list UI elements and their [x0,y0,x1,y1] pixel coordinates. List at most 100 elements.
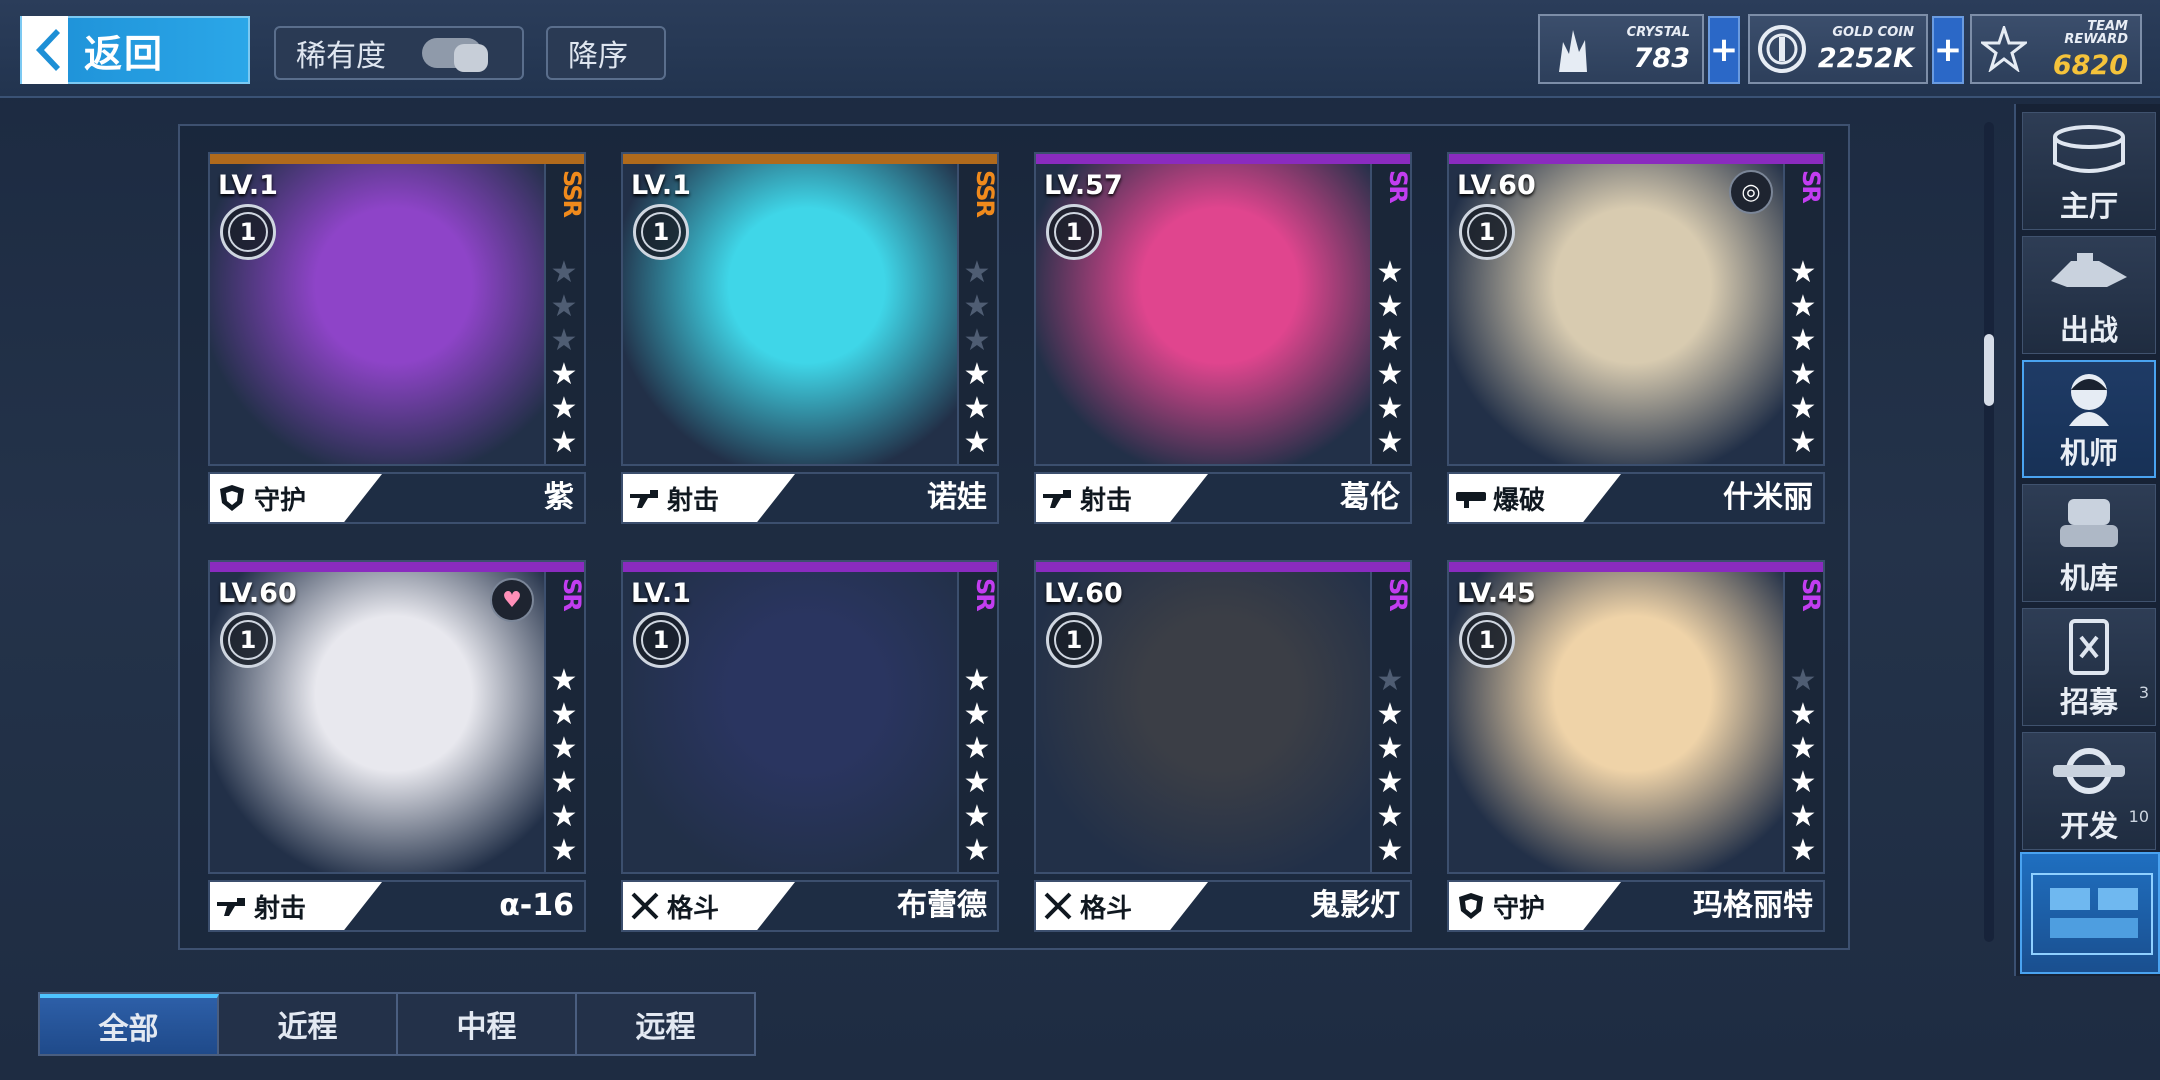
rank-value: 1 [228,212,268,252]
rank-badge-icon: 1 [1046,204,1102,260]
rank-badge-icon: 1 [220,204,276,260]
team-reward-counter: TEAM REWARD 6820 [1970,14,2142,84]
hangar-icon [2044,491,2134,555]
role-label: 守护 [254,485,307,516]
star-icon: ★ [1376,833,1404,868]
rifle-icon [1036,474,1080,522]
nav-item[interactable]: 出战 [2022,236,2156,354]
recruit-icon [2044,615,2134,679]
role-tag: 爆破 [1449,474,1621,522]
card-footer: 守护 紫 [208,472,586,524]
rank-value: 1 [1054,620,1094,660]
nav-count: 3 [2138,683,2149,702]
star-icon: ★ [963,289,991,324]
star-rating: ★ ★ ★ ★ ★ ★ [1781,664,1825,868]
nav-item[interactable]: 主厅 [2022,112,2156,230]
rarity-label: SR [558,578,586,610]
rank-value: 1 [641,212,681,252]
star-icon: ★ [1789,357,1817,392]
pilot-card[interactable]: LV.60 1 SR ★ ★ ★ ★ ★ ★ 格斗 鬼影灯 [1034,560,1412,932]
nav-item[interactable]: 10 开发 [2022,732,2156,850]
pilot-card[interactable]: LV.60 1 SR ★ ★ ★ ★ ★ ★ ◎ 爆破 什米丽 [1447,152,1825,524]
star-icon: ★ [1376,731,1404,766]
pilot-name: 诺娃 [927,480,987,515]
rank-badge-icon: 1 [1459,612,1515,668]
nav-item[interactable]: 3 招募 [2022,608,2156,726]
rarity-label: SR [1384,170,1412,202]
star-icon: ★ [550,697,578,732]
back-button[interactable]: 返回 [20,16,250,84]
pilot-level: LV.60 [218,578,297,609]
sort-rarity-toggle[interactable]: 稀有度 [274,26,524,80]
card-footer: 射击 诺娃 [621,472,999,524]
range-tab[interactable]: 远程 [577,994,754,1054]
pilot-card[interactable]: LV.1 1 SR ★ ★ ★ ★ ★ ★ 格斗 布蕾德 [621,560,999,932]
role-tag: 格斗 [1036,882,1208,930]
rank-value: 1 [1467,212,1507,252]
minimap-icon[interactable] [2020,852,2160,974]
pilot-name: 玛格丽特 [1693,888,1813,923]
star-icon: ★ [1789,391,1817,426]
star-icon: ★ [550,731,578,766]
star-rating: ★ ★ ★ ★ ★ ★ [542,664,586,868]
rank-badge-icon: 1 [1459,204,1515,260]
gold-coin-value: 2252K [1817,43,1914,74]
rank-value: 1 [1467,620,1507,660]
pilot-card[interactable]: LV.45 1 SR ★ ★ ★ ★ ★ ★ 守护 玛格丽特 [1447,560,1825,932]
card-footer: 爆破 什米丽 [1447,472,1825,524]
star-icon: ★ [1376,255,1404,290]
pilot-level: LV.57 [1044,170,1123,201]
star-icon: ★ [963,663,991,698]
nav-label: 机师 [2059,436,2118,470]
role-tag: 守护 [210,474,382,522]
pilot-card[interactable]: LV.57 1 SR ★ ★ ★ ★ ★ ★ 射击 葛伦 [1034,152,1412,524]
pilot-card[interactable]: LV.60 1 SR ★ ★ ★ ★ ★ ★ ♥ 射击 α-16 [208,560,586,932]
sort-order-button[interactable]: 降序 [546,26,666,80]
star-icon: ★ [963,833,991,868]
pilot-level: LV.60 [1044,578,1123,609]
role-label: 格斗 [1080,893,1133,924]
swords-icon [1036,882,1080,930]
pilot-card[interactable]: LV.1 1 SSR ★ ★ ★ ★ ★ ★ 射击 诺娃 [621,152,999,524]
star-icon: ★ [1376,663,1404,698]
star-icon: ★ [1376,391,1404,426]
nav-item[interactable]: 机师 [2022,360,2156,478]
crystal-key: CRYSTAL [1626,25,1690,40]
range-tab[interactable]: 近程 [219,994,398,1054]
star-icon: ★ [1376,289,1404,324]
add-crystal-button[interactable]: + [1708,16,1740,84]
rarity-label: SR [1384,578,1412,610]
star-icon: ★ [1376,323,1404,358]
scrollbar-thumb[interactable] [1984,334,1994,406]
launcher-icon [1449,474,1493,522]
pilot-card[interactable]: LV.1 1 SSR ★ ★ ★ ★ ★ ★ 守护紫 [208,152,586,524]
range-tab[interactable]: 全部 [40,994,219,1054]
pilot-level: LV.1 [218,170,278,201]
rank-badge-icon: 1 [633,204,689,260]
star-icon: ★ [963,425,991,460]
team-reward-key: TEAM REWARD [2064,18,2128,47]
pilot-name: 鬼影灯 [1310,888,1400,923]
pilot-name: 紫 [544,480,574,515]
range-tab[interactable]: 中程 [398,994,577,1054]
scrollbar[interactable] [1984,122,1994,942]
nav-item[interactable]: 机库 [2022,484,2156,602]
sort-order-label: 降序 [568,39,628,74]
chevron-left-icon [22,16,68,84]
pilot-level: LV.1 [631,578,691,609]
crystal-value: 783 [1633,43,1690,74]
role-tag: 格斗 [623,882,795,930]
pilot-name: 什米丽 [1723,480,1813,515]
rarity-label: SSR [971,170,999,216]
star-icon: ★ [1789,765,1817,800]
star-icon: ★ [963,391,991,426]
rarity-label: SR [1797,170,1825,202]
rarity-bar [1036,154,1410,164]
add-gold-button[interactable]: + [1932,16,1964,84]
rank-value: 1 [1054,212,1094,252]
rank-badge-icon: 1 [220,612,276,668]
star-icon: ★ [963,765,991,800]
card-footer: 射击 葛伦 [1034,472,1412,524]
star-icon: ★ [550,765,578,800]
toggle-switch-icon[interactable] [422,38,488,72]
